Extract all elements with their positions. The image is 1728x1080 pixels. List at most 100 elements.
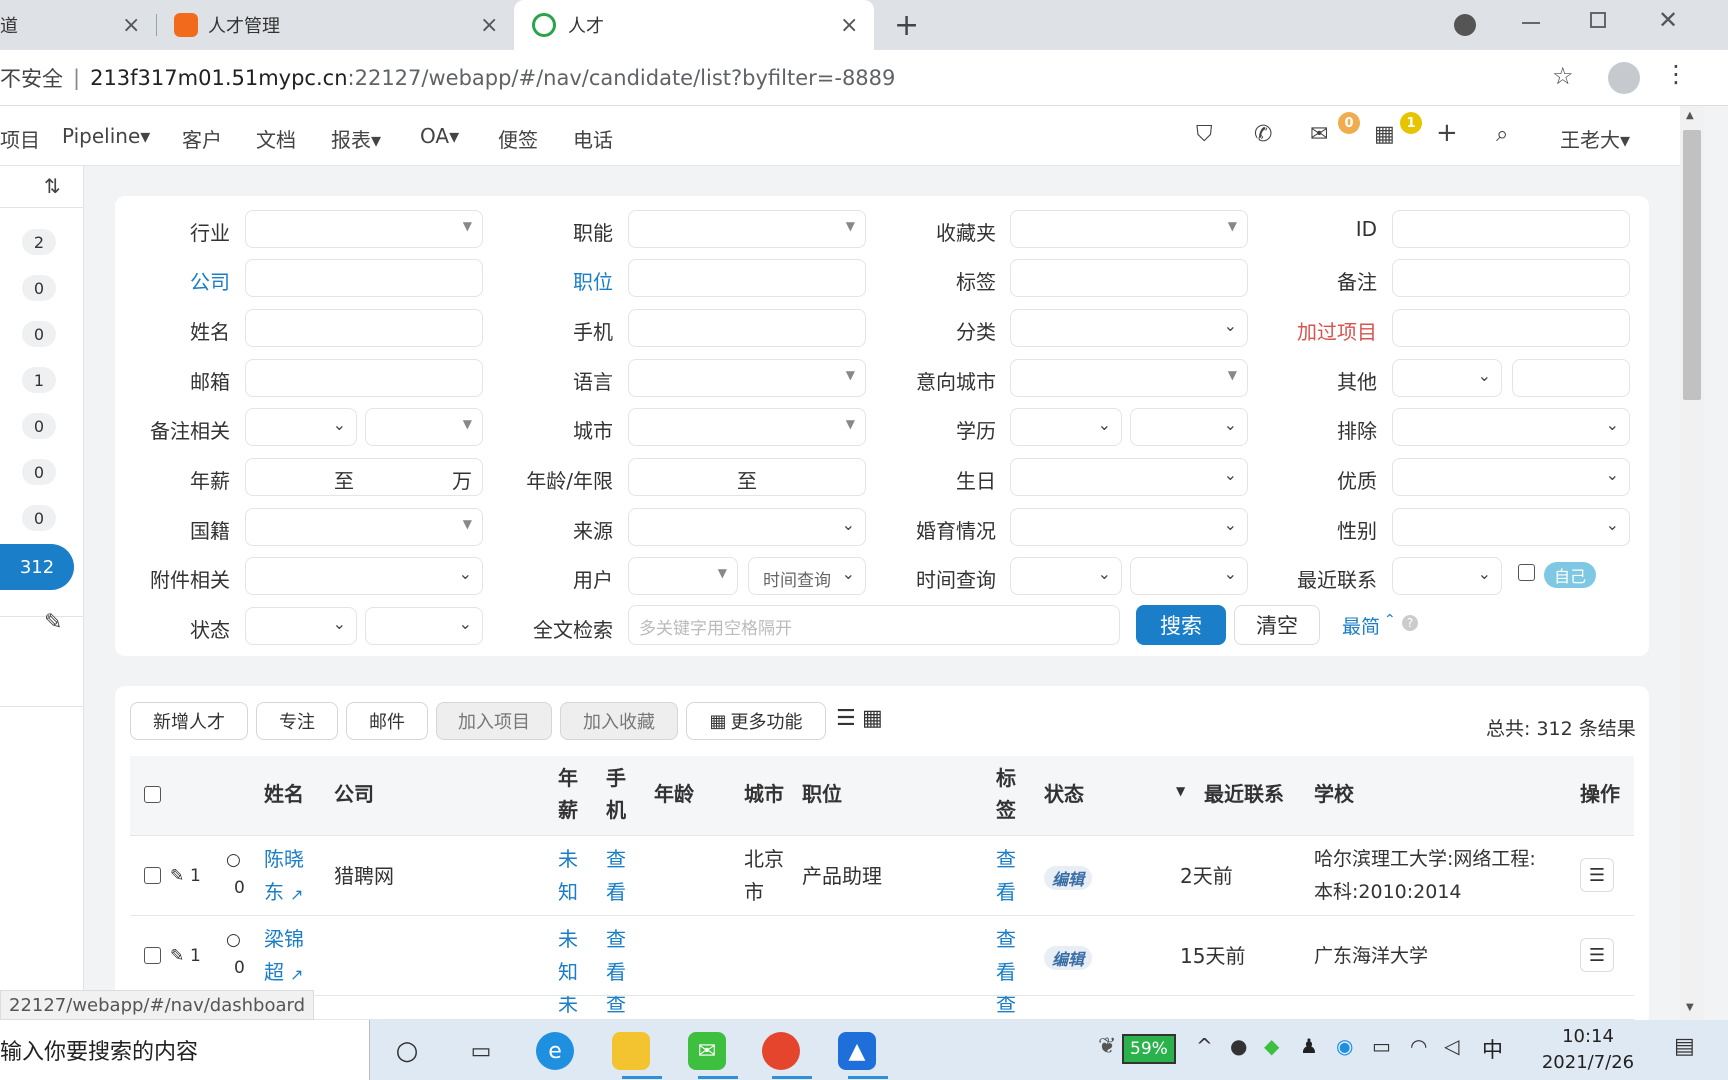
tags-input[interactable] bbox=[1010, 259, 1248, 297]
mail-icon[interactable]: ✉ bbox=[1310, 122, 1328, 147]
mobile-view-link[interactable]: 查 看 bbox=[606, 843, 626, 909]
scrollbar-thumb[interactable] bbox=[1683, 130, 1701, 400]
user-time-query-select[interactable]: 时间查询 ⌄ bbox=[748, 557, 866, 595]
th-name[interactable]: 姓名 bbox=[264, 778, 304, 810]
browser-tab-1[interactable]: 道 × bbox=[0, 0, 148, 50]
gender-select[interactable]: ⌄ bbox=[1392, 508, 1630, 546]
sidebar-count[interactable]: 0 bbox=[22, 321, 56, 347]
browser-tab-3-active[interactable]: 人才 × bbox=[514, 0, 874, 50]
shirt-icon[interactable]: ⛉ bbox=[1196, 122, 1213, 147]
th-company[interactable]: 公司 bbox=[334, 778, 374, 810]
scroll-down-arrow-icon[interactable]: ▼ bbox=[1686, 1002, 1694, 1013]
leaf-icon[interactable]: ❦ bbox=[1098, 1034, 1116, 1059]
page-scrollbar[interactable]: ▲ ▼ bbox=[1680, 106, 1704, 1020]
notification-center-icon[interactable]: ▤ bbox=[1674, 1034, 1695, 1059]
recent-contact-select[interactable]: ⌄ bbox=[1392, 557, 1502, 595]
th-salary[interactable]: 年 薪 bbox=[558, 762, 578, 826]
quality-select[interactable]: ⌄ bbox=[1392, 458, 1630, 496]
user-select[interactable]: ▼ bbox=[628, 557, 738, 595]
restore-icon[interactable] bbox=[1590, 12, 1606, 28]
task-view-icon[interactable]: ▭ bbox=[462, 1032, 500, 1070]
th-position[interactable]: 职位 bbox=[802, 778, 842, 810]
status-edit-tag[interactable]: 编辑 bbox=[1044, 946, 1093, 970]
close-icon[interactable]: × bbox=[122, 13, 140, 38]
attachment-select[interactable]: ⌄ bbox=[245, 557, 483, 595]
time-query-select-2[interactable]: ⌄ bbox=[1130, 557, 1248, 595]
favorites-select[interactable]: ▼ bbox=[1010, 210, 1248, 248]
nav-item-notes[interactable]: 便签 bbox=[498, 124, 538, 153]
mail-button[interactable]: 邮件 bbox=[346, 702, 428, 740]
volume-icon[interactable]: ◁ bbox=[1444, 1034, 1459, 1058]
category-select[interactable]: ⌄ bbox=[1010, 309, 1248, 347]
table-row[interactable]: 张谦 未 查 查 bbox=[130, 996, 1634, 1020]
self-tag[interactable]: 自己 bbox=[1544, 562, 1597, 588]
nav-item-projects[interactable]: 项目 bbox=[0, 124, 40, 153]
wechat-tray-icon[interactable]: ◆ bbox=[1264, 1034, 1279, 1058]
browser-menu-icon[interactable]: ⋮ bbox=[1664, 60, 1688, 88]
sidebar-count[interactable]: 0 bbox=[22, 413, 56, 439]
row-menu-icon[interactable]: ☰ bbox=[1580, 858, 1614, 892]
microphone-icon[interactable]: ● bbox=[1230, 1034, 1247, 1058]
row-checkbox[interactable] bbox=[144, 867, 161, 884]
nav-item-clients[interactable]: 客户 bbox=[182, 124, 222, 153]
remark-related-select-2[interactable]: ▼ bbox=[365, 408, 483, 446]
external-link-icon[interactable]: ↗ bbox=[290, 878, 303, 911]
add-to-project-button[interactable]: 加入项目 bbox=[436, 702, 552, 740]
select-all-checkbox[interactable] bbox=[144, 786, 161, 803]
function-select[interactable]: ▼ bbox=[628, 210, 866, 248]
tags-view-link[interactable]: 查 看 bbox=[996, 843, 1016, 909]
power-icon[interactable]: ▭ bbox=[1372, 1034, 1391, 1058]
add-to-favorites-button[interactable]: 加入收藏 bbox=[560, 702, 678, 740]
add-icon[interactable]: + bbox=[1436, 118, 1458, 148]
education-select-2[interactable]: ⌄ bbox=[1130, 408, 1248, 446]
url-field[interactable]: 不安全 | 213f317m01.51mypc.cn :22127/webapp… bbox=[0, 50, 895, 106]
wechat-icon[interactable]: ✉ bbox=[688, 1032, 726, 1070]
taskbar-search-box[interactable]: 输入你要搜索的内容 bbox=[0, 1020, 370, 1080]
clock-date[interactable]: 2021/7/26 bbox=[1520, 1052, 1656, 1073]
more-functions-button[interactable]: ▦ 更多功能 bbox=[686, 702, 826, 740]
tags-view-link[interactable]: 查 bbox=[996, 996, 1016, 1019]
label-company[interactable]: 公司 bbox=[90, 266, 230, 295]
cortana-icon[interactable]: ○ bbox=[388, 1032, 426, 1070]
sidebar-count-active[interactable]: 312 bbox=[0, 544, 74, 590]
nationality-select[interactable]: ▼ bbox=[245, 508, 483, 546]
education-select[interactable]: ⌄ bbox=[1010, 408, 1122, 446]
salary-cell[interactable]: 未 知 bbox=[558, 843, 578, 909]
help-icon[interactable]: ? bbox=[1402, 615, 1418, 631]
clear-button[interactable]: 清空 bbox=[1234, 605, 1320, 645]
sidebar-count[interactable]: 2 bbox=[22, 229, 56, 255]
grid-view-icon[interactable]: ▦ bbox=[862, 706, 883, 731]
remark-input[interactable] bbox=[1392, 259, 1630, 297]
sort-toggle-icon[interactable]: ⇅ bbox=[44, 174, 61, 198]
nav-item-docs[interactable]: 文档 bbox=[256, 124, 296, 153]
position-input[interactable] bbox=[628, 259, 866, 297]
list-view-icon[interactable]: ☰ bbox=[836, 706, 856, 731]
status-select-2[interactable]: ⌄ bbox=[365, 607, 483, 645]
id-input[interactable] bbox=[1392, 210, 1630, 248]
search-button[interactable]: 搜索 bbox=[1136, 605, 1226, 645]
table-row[interactable]: ✎ 1 ○ 0 梁锦 超 ↗ 未 知 查 看 查 看 编辑 15天前 广东海洋大… bbox=[130, 916, 1634, 996]
nav-item-pipeline[interactable]: Pipeline▾ bbox=[62, 124, 150, 148]
new-tab-button[interactable]: + bbox=[894, 8, 919, 43]
language-select[interactable]: ▼ bbox=[628, 359, 866, 397]
marriage-select[interactable]: ⌄ bbox=[1010, 508, 1248, 546]
browser-tray-icon[interactable]: ◉ bbox=[1336, 1034, 1353, 1058]
source-select[interactable]: ⌄ bbox=[628, 508, 866, 546]
external-link-icon[interactable]: ↗ bbox=[290, 958, 303, 991]
th-city[interactable]: 城市 bbox=[744, 778, 784, 810]
th-recent-contact[interactable]: 最近联系 bbox=[1204, 778, 1284, 810]
industry-select[interactable]: ▼ bbox=[245, 210, 483, 248]
search-icon[interactable]: ⌕ bbox=[1496, 122, 1508, 147]
status-select[interactable]: ⌄ bbox=[245, 607, 357, 645]
nav-item-reports[interactable]: 报表▾ bbox=[331, 124, 381, 153]
salary-range-input[interactable]: 至 万 bbox=[245, 458, 483, 496]
other-select[interactable]: ⌄ bbox=[1392, 359, 1502, 397]
folder-app-icon[interactable] bbox=[612, 1032, 650, 1070]
email-input[interactable] bbox=[245, 359, 483, 397]
chrome-icon[interactable] bbox=[762, 1032, 800, 1070]
wifi-icon[interactable]: ◠ bbox=[1410, 1034, 1427, 1058]
salary-cell[interactable]: 未 bbox=[558, 996, 578, 1019]
fulltext-search-input[interactable]: 多关键字用空格隔开 bbox=[628, 605, 1120, 645]
sort-desc-icon[interactable]: ▼ bbox=[1176, 784, 1185, 798]
th-age[interactable]: 年龄 bbox=[654, 778, 694, 810]
